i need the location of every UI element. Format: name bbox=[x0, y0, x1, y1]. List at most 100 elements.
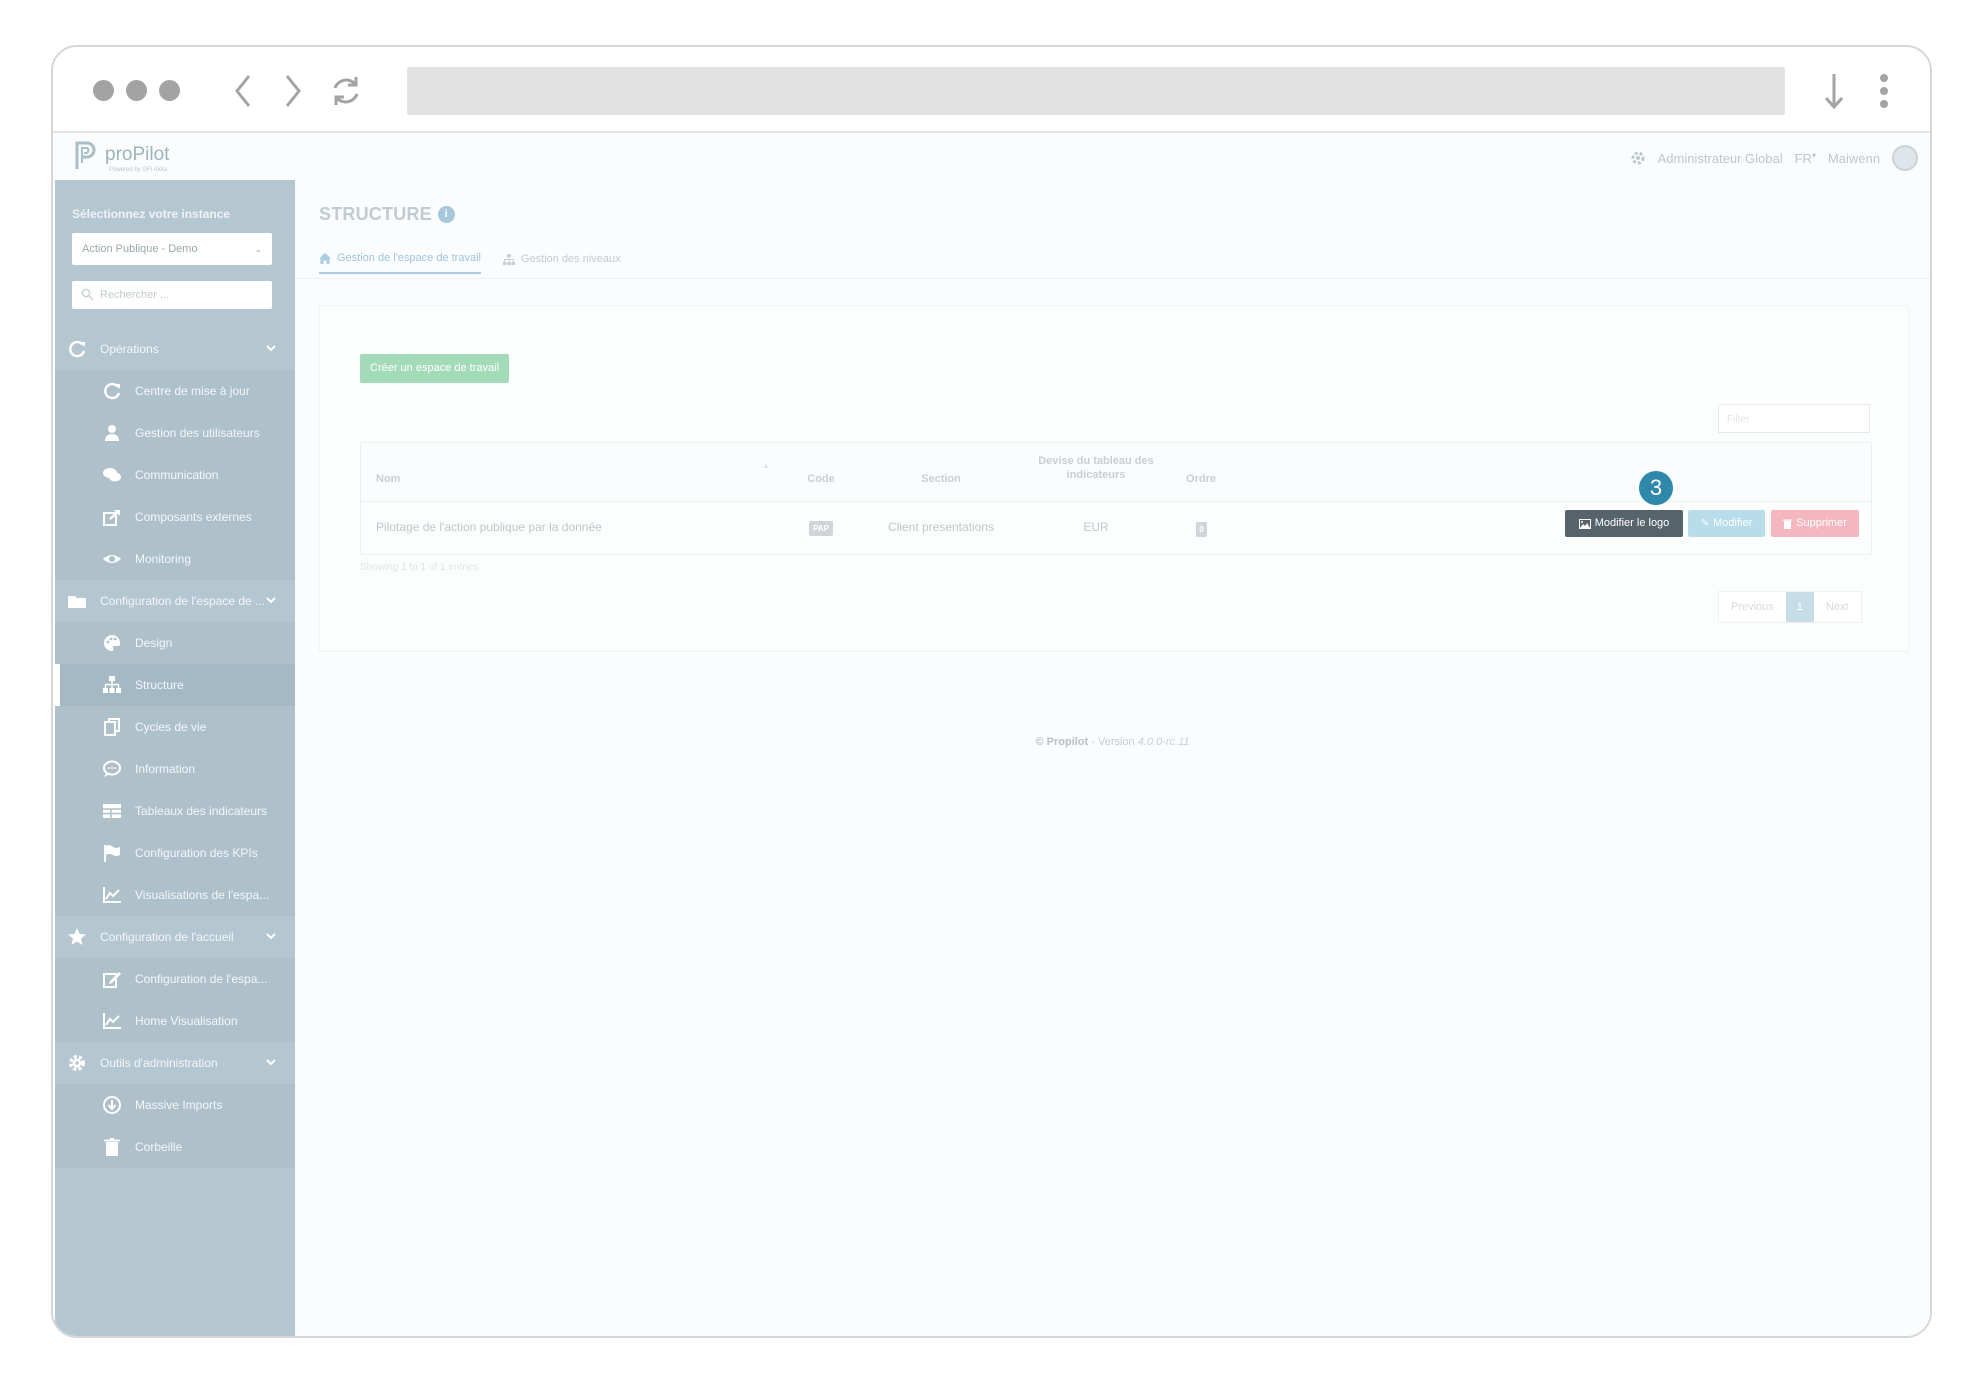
user-name[interactable]: Maiwenn bbox=[1828, 151, 1880, 166]
pagination-previous[interactable]: Previous bbox=[1719, 592, 1786, 622]
info-icon[interactable]: i bbox=[437, 206, 455, 223]
ordre-badge: 0 bbox=[1196, 522, 1207, 537]
sidebar-item-label: Configuration de l'espace de ... bbox=[100, 594, 266, 608]
sidebar-item-design[interactable]: Design bbox=[55, 622, 295, 664]
home-icon bbox=[319, 252, 331, 264]
sidebar-category-configuration-de-l-accueil[interactable]: Configuration de l'accueil bbox=[55, 916, 295, 958]
role-label[interactable]: Administrateur Global bbox=[1658, 151, 1783, 166]
chevron-down-icon[interactable] bbox=[265, 342, 277, 354]
sidebar-item-label: Design bbox=[135, 636, 173, 650]
forward-button[interactable] bbox=[273, 69, 313, 113]
sidebar-search-input[interactable]: Rechercher ... bbox=[72, 281, 272, 309]
window-dot[interactable] bbox=[93, 80, 114, 101]
language-selector[interactable]: FR▾ bbox=[1795, 151, 1816, 166]
browser-menu-button[interactable] bbox=[1872, 69, 1896, 113]
delete-label: Supprimer bbox=[1796, 517, 1847, 529]
sidebar-item-label: Cycles de vie bbox=[135, 720, 207, 734]
tab-levels-management[interactable]: Gestion des niveaux bbox=[502, 252, 621, 274]
sidebar-item-label: Corbeille bbox=[135, 1140, 183, 1154]
sidebar-category-configuration-de-l-espace-de[interactable]: Configuration de l'espace de ... bbox=[55, 580, 295, 622]
sidebar-item-massive-imports[interactable]: Massive Imports bbox=[55, 1084, 295, 1126]
sidebar-item-label: Massive Imports bbox=[135, 1098, 223, 1112]
footer-version: 4.0.0-rc.11 bbox=[1137, 736, 1190, 748]
search-icon bbox=[81, 288, 94, 301]
code-badge: PAP bbox=[809, 521, 833, 536]
column-header-devise-line2: indicateurs bbox=[1066, 469, 1126, 481]
chevron-down-icon[interactable] bbox=[265, 594, 277, 606]
sidebar-item-visualisations-de-l-espa[interactable]: Visualisations de l'espa... bbox=[55, 874, 295, 916]
tab-bar: Gestion de l'espace de travail Gestion d… bbox=[319, 252, 621, 274]
sidebar-item-monitoring[interactable]: Monitoring bbox=[55, 538, 295, 580]
sidebar-item-centre-de-mise-jour[interactable]: Centre de mise à jour bbox=[55, 370, 295, 412]
sidebar-item-communication[interactable]: Communication bbox=[55, 454, 295, 496]
sidebar-category-op-rations[interactable]: Opérations bbox=[55, 328, 295, 370]
sidebar-item-gestion-des-utilisateurs[interactable]: Gestion des utilisateurs bbox=[55, 412, 295, 454]
edit-icon bbox=[102, 969, 122, 989]
entries-info: Showing 1 to 1 of 1 entries bbox=[360, 562, 479, 573]
sidebar-search-placeholder: Rechercher ... bbox=[100, 289, 170, 301]
instance-select[interactable]: Action Publique - Demo ⌄ bbox=[72, 233, 272, 265]
chevron-down-icon[interactable] bbox=[265, 930, 277, 942]
sidebar-item-configuration-des-kpis[interactable]: Configuration des KPIs bbox=[55, 832, 295, 874]
sidebar-item-label: Structure bbox=[135, 678, 184, 692]
trash-icon bbox=[1783, 519, 1793, 529]
window-dot[interactable] bbox=[159, 80, 180, 101]
sidebar-item-label: Tableaux des indicateurs bbox=[135, 804, 268, 818]
sidebar-item-corbeille[interactable]: Corbeille bbox=[55, 1126, 295, 1168]
footer: © Propilot - Version 4.0.0-rc.11 bbox=[295, 736, 1930, 748]
tab-workspace-management[interactable]: Gestion de l'espace de travail bbox=[319, 252, 481, 274]
create-workspace-button[interactable]: Créer un espace de travail bbox=[360, 354, 510, 383]
column-header-section[interactable]: Section bbox=[901, 473, 981, 485]
chart-icon bbox=[102, 885, 122, 905]
caret-down-icon: ⌄ bbox=[254, 244, 262, 254]
modify-label: Modifier bbox=[1713, 517, 1753, 529]
page-title-text: STRUCTURE bbox=[319, 204, 432, 224]
kebab-dot bbox=[1880, 100, 1888, 108]
modify-button[interactable]: ✎ Modifier bbox=[1688, 510, 1765, 537]
delete-button[interactable]: Supprimer bbox=[1771, 510, 1859, 537]
chevron-down-icon[interactable] bbox=[265, 1056, 277, 1068]
download-arrow-icon bbox=[1824, 74, 1844, 110]
column-header-ordre[interactable]: Ordre bbox=[1171, 473, 1231, 485]
comment-icon bbox=[102, 759, 122, 779]
sidebar-item-label: Configuration de l'espa... bbox=[135, 972, 268, 986]
back-button[interactable] bbox=[223, 69, 263, 113]
image-icon bbox=[1578, 518, 1591, 529]
sitemap-icon bbox=[502, 253, 515, 265]
sort-icon[interactable]: ▴ bbox=[761, 461, 771, 470]
instance-select-value: Action Publique - Demo bbox=[82, 243, 198, 255]
table-filter-input[interactable]: Filter bbox=[1718, 404, 1870, 433]
pagination-page[interactable]: 1 bbox=[1785, 592, 1814, 622]
sidebar-item-composants-externes[interactable]: Composants externes bbox=[55, 496, 295, 538]
app-logo[interactable]: proPilot Powered by GFI Akka bbox=[73, 139, 169, 173]
sidebar-item-home-visualisation[interactable]: Home Visualisation bbox=[55, 1000, 295, 1042]
sidebar-item-label: Communication bbox=[135, 468, 219, 482]
edit-logo-button[interactable]: Modifier le logo bbox=[1565, 510, 1683, 537]
reload-button[interactable] bbox=[326, 69, 366, 113]
window-dot[interactable] bbox=[126, 80, 147, 101]
sidebar-item-label: Visualisations de l'espa... bbox=[135, 888, 270, 902]
workspaces-table: Nom ▴ Code Section Devise du tableau des… bbox=[360, 442, 1872, 555]
refresh-icon bbox=[102, 381, 122, 401]
sidebar-item-configuration-de-l-espa[interactable]: Configuration de l'espa... bbox=[55, 958, 295, 1000]
eye-icon bbox=[102, 549, 122, 569]
avatar[interactable] bbox=[1892, 145, 1918, 171]
sidebar-item-label: Centre de mise à jour bbox=[135, 384, 250, 398]
sidebar-item-label: Opérations bbox=[100, 342, 159, 356]
table-icon bbox=[102, 801, 122, 821]
table-row[interactable]: Pilotage de l'action publique par la don… bbox=[361, 471, 1871, 554]
sidebar-item-cycles-de-vie[interactable]: Cycles de vie bbox=[55, 706, 295, 748]
column-header-devise[interactable]: Devise du tableau des indicateurs bbox=[1021, 455, 1171, 481]
user-icon bbox=[102, 423, 122, 443]
sidebar-category-outils-d-administration[interactable]: Outils d'administration bbox=[55, 1042, 295, 1084]
sidebar-item-information[interactable]: Information bbox=[55, 748, 295, 790]
caret-down-icon: ▾ bbox=[1811, 150, 1816, 160]
column-header-code[interactable]: Code bbox=[791, 473, 851, 485]
address-bar[interactable] bbox=[407, 67, 1785, 115]
column-header-nom[interactable]: Nom bbox=[376, 473, 400, 485]
pagination-next[interactable]: Next bbox=[1814, 592, 1861, 622]
sidebar-item-tableaux-des-indicateurs[interactable]: Tableaux des indicateurs bbox=[55, 790, 295, 832]
sidebar-item-structure[interactable]: Structure bbox=[55, 664, 295, 706]
sidebar-item-label: Monitoring bbox=[135, 552, 192, 566]
download-button[interactable] bbox=[1814, 69, 1854, 113]
